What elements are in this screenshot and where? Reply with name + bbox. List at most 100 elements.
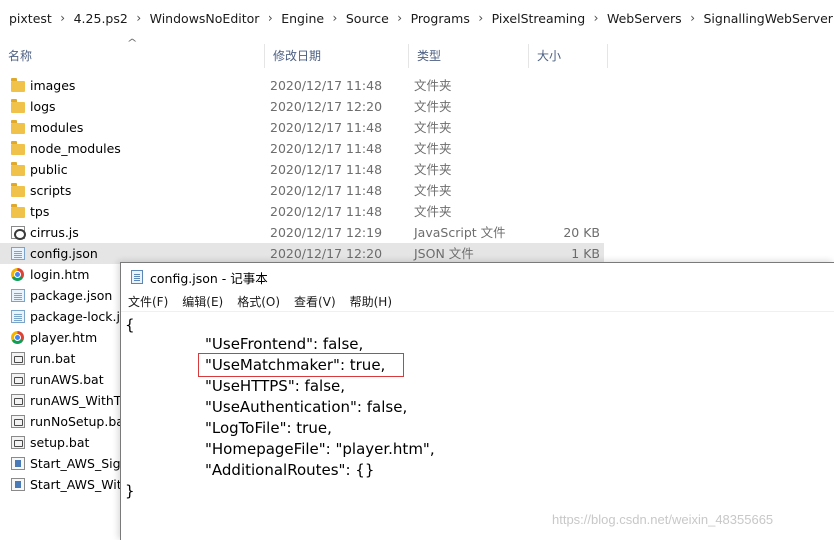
json-file-icon (11, 310, 25, 323)
menu-file[interactable]: 文件(F) (121, 293, 175, 310)
column-header-type[interactable]: 类型 (408, 44, 528, 68)
file-row[interactable]: public 2020/12/17 11:48 文件夹 (0, 159, 604, 180)
file-name: setup.bat (30, 435, 90, 450)
breadcrumb-item[interactable]: WebServers (606, 11, 683, 26)
json-file-icon (11, 247, 25, 260)
text-line: "HomepageFile": "player.htm", (205, 440, 435, 458)
file-date: 2020/12/17 11:48 (270, 141, 383, 156)
file-row[interactable]: tps 2020/12/17 11:48 文件夹 (0, 201, 604, 222)
chevron-right-icon: › (478, 11, 484, 25)
breadcrumb-item[interactable]: WindowsNoEditor (149, 11, 261, 26)
menu-format[interactable]: 格式(O) (230, 293, 287, 310)
text-line: "UseAuthentication": false, (205, 398, 408, 416)
folder-icon (11, 141, 25, 155)
file-name: tps (30, 204, 50, 219)
folder-icon (11, 120, 25, 134)
file-name: runNoSetup.bat (30, 414, 129, 429)
json-file-icon (11, 289, 25, 302)
bat-file-icon (11, 436, 25, 449)
text-line: "LogToFile": true, (205, 419, 332, 437)
file-row[interactable]: scripts 2020/12/17 11:48 文件夹 (0, 180, 604, 201)
bat-file-icon (11, 394, 25, 407)
ps1-file-icon (11, 457, 25, 470)
file-name: package.json (30, 288, 113, 303)
file-type: JSON 文件 (414, 246, 474, 261)
notepad-menu-bar: 文件(F) 编辑(E) 格式(O) 查看(V) 帮助(H) (121, 292, 834, 312)
file-date: 2020/12/17 11:48 (270, 120, 383, 135)
file-type: 文件夹 (414, 141, 452, 156)
chevron-right-icon: › (397, 11, 403, 25)
folder-icon (11, 78, 25, 92)
bat-file-icon (11, 415, 25, 428)
file-name: images (30, 78, 76, 93)
file-name: scripts (30, 183, 72, 198)
file-type: 文件夹 (414, 183, 452, 198)
column-header-size[interactable]: 大小 (528, 44, 608, 68)
text-line: "AdditionalRoutes": {} (205, 461, 375, 479)
ps1-file-icon (11, 478, 25, 491)
file-type: 文件夹 (414, 99, 452, 114)
chevron-right-icon: › (593, 11, 599, 25)
file-type: 文件夹 (414, 120, 452, 135)
file-name: player.htm (30, 330, 98, 345)
file-row[interactable]: images 2020/12/17 11:48 文件夹 (0, 75, 604, 96)
breadcrumb-item[interactable]: 4.25.ps2 (73, 11, 129, 26)
breadcrumb-item[interactable]: Source (345, 11, 390, 26)
text-line: } (125, 482, 135, 500)
column-header-name[interactable]: 名称 (0, 44, 264, 68)
menu-help[interactable]: 帮助(H) (343, 293, 399, 310)
file-row[interactable]: cirrus.js 2020/12/17 12:19 JavaScript 文件 20… (0, 222, 604, 243)
file-name: config.json (30, 246, 98, 261)
chrome-icon (11, 331, 24, 344)
file-type: JavaScript 文件 (414, 225, 506, 240)
window-title: config.json - 记事本 (150, 270, 268, 286)
menu-edit[interactable]: 编辑(E) (175, 293, 230, 310)
js-file-icon (11, 226, 26, 240)
bat-file-icon (11, 373, 25, 386)
watermark: https://blog.csdn.net/weixin_48355665 (552, 512, 774, 527)
breadcrumb-item[interactable]: SignallingWebServer (703, 11, 834, 26)
file-name: run.bat (30, 351, 76, 366)
highlight-annotation-box (198, 353, 404, 377)
text-line: "UseFrontend": false, (205, 335, 364, 353)
column-headers: 名称 修改日期 类型 大小 (0, 44, 834, 68)
text-line: { (125, 316, 135, 334)
breadcrumb-item[interactable]: PixelStreaming (491, 11, 586, 26)
file-type: 文件夹 (414, 162, 452, 177)
notepad-title-bar[interactable]: config.json - 记事本 (121, 263, 834, 291)
folder-icon (11, 183, 25, 197)
file-row[interactable]: config.json 2020/12/17 12:20 JSON 文件 1 KB (0, 243, 604, 264)
folder-icon (11, 162, 25, 176)
chevron-right-icon: › (60, 11, 66, 25)
file-type: 文件夹 (414, 78, 452, 93)
file-date: 2020/12/17 11:48 (270, 162, 383, 177)
file-date: 2020/12/17 11:48 (270, 78, 383, 93)
file-name: logs (30, 99, 56, 114)
breadcrumb-item[interactable]: Programs (410, 11, 471, 26)
file-row[interactable]: node_modules 2020/12/17 11:48 文件夹 (0, 138, 604, 159)
file-date: 2020/12/17 12:20 (270, 246, 383, 261)
file-size: 20 KB (563, 225, 600, 240)
file-row[interactable]: logs 2020/12/17 12:20 文件夹 (0, 96, 604, 117)
chevron-right-icon: › (690, 11, 695, 25)
chrome-icon (11, 268, 24, 281)
file-date: 2020/12/17 11:48 (270, 183, 383, 198)
file-row[interactable]: modules 2020/12/17 11:48 文件夹 (0, 117, 604, 138)
column-header-date[interactable]: 修改日期 (264, 44, 408, 68)
breadcrumb: pixtest › 4.25.ps2 › WindowsNoEditor › Engi… (0, 0, 834, 36)
notepad-window[interactable]: config.json - 记事本 文件(F) 编辑(E) 格式(O) 查看(V… (120, 262, 834, 540)
file-name: runAWS.bat (30, 372, 104, 387)
text-line: "UseHTTPS": false, (205, 377, 346, 395)
breadcrumb-item[interactable]: pixtest (8, 11, 53, 26)
file-name: login.htm (30, 267, 90, 282)
folder-icon (11, 204, 25, 218)
file-name: cirrus.js (30, 225, 79, 240)
file-date: 2020/12/17 12:20 (270, 99, 383, 114)
file-name: public (30, 162, 68, 177)
notepad-text-area[interactable]: { "UseFrontend": false, "UseMatchmaker":… (121, 313, 834, 540)
chevron-right-icon: › (136, 11, 142, 25)
folder-icon (11, 99, 25, 113)
menu-view[interactable]: 查看(V) (287, 293, 343, 310)
bat-file-icon (11, 352, 25, 365)
breadcrumb-item[interactable]: Engine (280, 11, 325, 26)
